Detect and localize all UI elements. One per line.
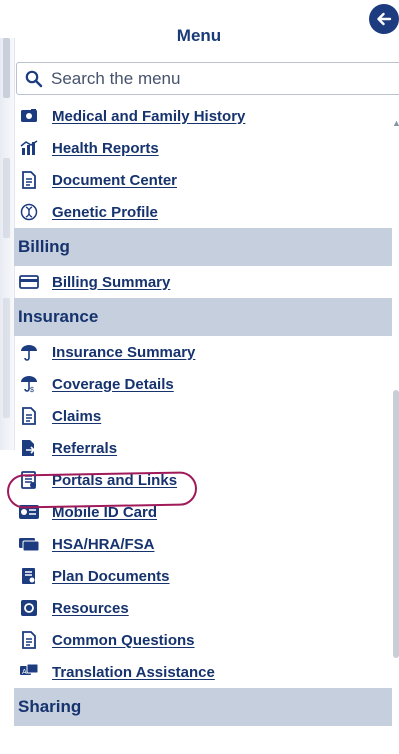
menu-item-referrals[interactable]: Referrals [14, 432, 392, 464]
menu-item-label: Plan Documents [52, 567, 170, 585]
menu-item-label: HSA/HRA/FSA [52, 535, 155, 553]
dna-icon [18, 202, 40, 222]
bar-chart-icon [18, 138, 40, 158]
scrollbar-thumb[interactable] [393, 390, 399, 658]
plan-document-icon [18, 566, 40, 586]
back-button[interactable] [369, 4, 399, 34]
menu-item-label: Billing Summary [52, 273, 171, 291]
menu-item-label: Coverage Details [52, 375, 174, 393]
menu-item-label: Referrals [52, 439, 118, 457]
search-box[interactable] [16, 62, 399, 95]
menu-item-label: Document Center [52, 171, 178, 189]
menu-item-document-center[interactable]: Document Center [14, 164, 392, 196]
menu-item-label: Genetic Profile [52, 203, 158, 221]
menu-list: Medical and Family History Health Report… [14, 100, 392, 726]
menu-item-claims[interactable]: Claims [14, 400, 392, 432]
menu-item-label: Resources [52, 599, 129, 617]
cards-icon [18, 534, 40, 554]
document-icon [18, 170, 40, 190]
scroll-up-arrow[interactable]: ▲ [392, 118, 399, 128]
question-document-icon [18, 630, 40, 650]
menu-item-common-questions[interactable]: Common Questions [14, 624, 392, 656]
menu-item-insurance-summary[interactable]: Insurance Summary [14, 336, 392, 368]
svg-text:$: $ [30, 387, 34, 393]
menu-title: Menu [176, 26, 222, 45]
translation-icon: A [18, 662, 40, 682]
folder-icon [18, 106, 40, 126]
menu-item-label: Medical and Family History [52, 107, 246, 125]
menu-item-coverage-details[interactable]: $ Coverage Details [14, 368, 392, 400]
section-header-sharing: Sharing [14, 688, 392, 726]
search-icon [25, 70, 43, 87]
menu-item-billing-summary[interactable]: Billing Summary [14, 266, 392, 298]
menu-header: Menu [14, 16, 384, 56]
document-icon [18, 406, 40, 426]
menu-item-plan-documents[interactable]: Plan Documents [14, 560, 392, 592]
credit-card-icon [18, 272, 40, 292]
section-header-insurance: Insurance [14, 298, 392, 336]
menu-item-medical-family-history[interactable]: Medical and Family History [14, 100, 392, 132]
search-input[interactable] [49, 67, 383, 90]
menu-item-translation-assistance[interactable]: A Translation Assistance [14, 656, 392, 688]
menu-item-genetic-profile[interactable]: Genetic Profile [14, 196, 392, 228]
menu-item-health-reports[interactable]: Health Reports [14, 132, 392, 164]
menu-item-label: Translation Assistance [52, 663, 215, 681]
menu-item-label: Insurance Summary [52, 343, 196, 361]
menu-item-label: Claims [52, 407, 102, 425]
document-arrow-icon [18, 438, 40, 458]
resources-icon [18, 598, 40, 618]
section-header-billing: Billing [14, 228, 392, 266]
arrow-left-icon [377, 12, 392, 26]
umbrella-person-icon: $ [18, 374, 40, 394]
menu-item-hsa-hra-fsa[interactable]: HSA/HRA/FSA [14, 528, 392, 560]
umbrella-icon [18, 342, 40, 362]
background-page-edge [0, 38, 15, 450]
svg-text:A: A [22, 669, 27, 676]
menu-item-label: Common Questions [52, 631, 195, 649]
menu-item-label: Health Reports [52, 139, 159, 157]
menu-item-resources[interactable]: Resources [14, 592, 392, 624]
highlight-circle-annotation [6, 471, 198, 509]
